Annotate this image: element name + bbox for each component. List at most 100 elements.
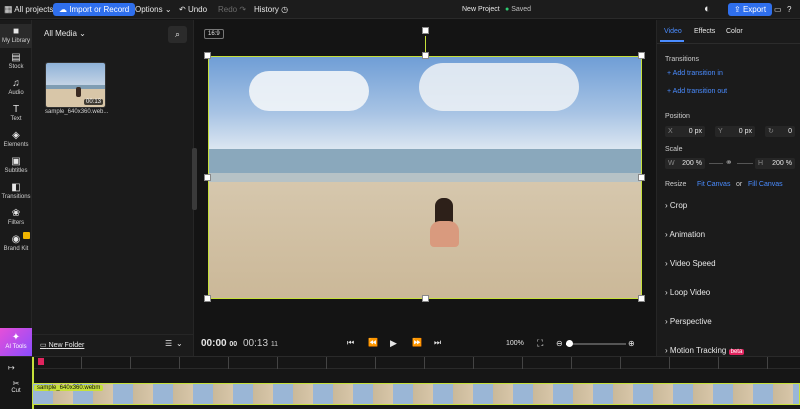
skip-start-icon[interactable]: ⏮ [347, 338, 354, 348]
scale-title: Scale [665, 146, 683, 153]
resize-handle[interactable] [204, 174, 211, 181]
canvas-area: 16:9 00:00 00 00:13 11 ⏮ ⏪ ▶ ⏩ ⏭ 100% ⛶ … [192, 20, 656, 356]
half-moon-icon: ◐ [704, 3, 711, 15]
subtitles-icon: ▣ [11, 156, 21, 167]
media-duration: 00:13 [83, 99, 103, 105]
resize-handle[interactable] [638, 52, 645, 59]
rotation-field[interactable]: ↻ 0 [765, 126, 795, 137]
resize-handle[interactable] [422, 295, 429, 302]
resize-handle[interactable] [638, 174, 645, 181]
chevron-down-icon[interactable]: ⌄ [176, 339, 183, 348]
section-animation[interactable]: › Animation [665, 230, 705, 239]
resize-handle[interactable] [204, 52, 211, 59]
clock-icon: ◷ [281, 5, 289, 14]
new-folder-button[interactable]: ▭ New Folder [40, 341, 84, 349]
rotate-stem [425, 36, 426, 52]
library-footer: ▭ New Folder ☰ ⌄ [32, 334, 194, 356]
fast-forward-icon[interactable]: ⏩ [412, 338, 422, 347]
history-button[interactable]: History ◷ [254, 0, 288, 19]
rail-item-stock[interactable]: ▤ Stock [0, 52, 32, 70]
rail-item-audio[interactable]: ♫ Audio [0, 78, 32, 96]
zoom-slider[interactable] [566, 340, 626, 347]
rail-item-my-library[interactable]: ■ My Library [0, 24, 32, 48]
fit-canvas-link[interactable]: Fit Canvas [697, 181, 730, 188]
transitions-title: Transitions [665, 56, 699, 63]
position-title: Position [665, 113, 690, 120]
section-perspective[interactable]: › Perspective [665, 317, 712, 326]
export-button[interactable]: ⇪ Export [728, 3, 773, 16]
resize-handle[interactable] [638, 295, 645, 302]
media-thumbnail[interactable]: 00:13 [45, 62, 106, 108]
crown-badge-icon [23, 232, 30, 239]
video-preview[interactable] [208, 56, 642, 299]
search-icon: ⌕ [174, 29, 181, 39]
position-y-field[interactable]: Y 0 px [715, 126, 755, 137]
resize-handle[interactable] [422, 52, 429, 59]
grid-icon: ▦ [4, 4, 13, 14]
link-icon[interactable]: ⚭ [725, 157, 733, 168]
side-toolbar-handle[interactable] [192, 148, 197, 210]
undo-icon: ↶ [179, 5, 186, 14]
import-button[interactable]: ☁ Import or Record [53, 3, 136, 16]
redo-icon: ↷ [239, 5, 247, 14]
rail-item-transitions[interactable]: ◧ Transitions [0, 182, 32, 200]
add-transition-out-link[interactable]: + Add transition out [667, 88, 727, 95]
rewind-icon[interactable]: ⏪ [368, 338, 378, 347]
section-crop[interactable]: › Crop [665, 201, 687, 210]
fill-canvas-link[interactable]: Fill Canvas [748, 181, 783, 188]
zoom-level[interactable]: 100% [506, 340, 524, 347]
add-transition-in-link[interactable]: + Add transition in [667, 70, 723, 77]
chat-icon[interactable]: ▭ [774, 0, 782, 19]
rail-item-subtitles[interactable]: ▣ Subtitles [0, 156, 32, 174]
video-clip-track[interactable]: sample_640x360.webm [32, 383, 800, 405]
position-x-field[interactable]: X 0 px [665, 126, 705, 137]
active-tab-indicator [660, 40, 684, 42]
stock-icon: ▤ [11, 52, 21, 63]
resize-handle[interactable] [204, 295, 211, 302]
media-filter-dropdown[interactable]: All Media ⌄ [44, 29, 86, 38]
playhead-marker [38, 358, 44, 365]
chevron-right-icon: › [665, 317, 668, 326]
library-panel: All Media ⌄ ⌕ 00:13 sample_640x360.web..… [32, 20, 194, 356]
options-menu[interactable]: Options ⌄ [135, 0, 172, 19]
undo-button[interactable]: ↶ Undo [179, 0, 207, 19]
project-name[interactable]: New Project [462, 0, 500, 19]
scale-height-field[interactable]: H 200 % [755, 158, 795, 169]
sort-icon[interactable]: ☰ [165, 339, 172, 348]
scale-width-field[interactable]: W 200 % [665, 158, 705, 169]
rotate-handle[interactable] [422, 27, 429, 34]
tab-video[interactable]: Video [664, 28, 682, 35]
media-name: sample_640x360.web... [45, 109, 109, 115]
collapse-timeline-icon[interactable]: ↦ [8, 363, 15, 372]
rail-item-text[interactable]: T Text [0, 104, 32, 122]
zoom-slider-thumb[interactable] [566, 340, 573, 347]
cut-button[interactable]: ✂ Cut [6, 379, 26, 394]
folder-plus-icon: ▭ [40, 342, 47, 349]
zoom-in-icon[interactable]: ⊕ [628, 339, 635, 348]
fullscreen-icon[interactable]: ⛶ [537, 338, 543, 349]
all-projects-link[interactable]: ▦ All projects [4, 0, 53, 19]
zoom-out-icon[interactable]: ⊖ [556, 339, 563, 348]
help-icon[interactable]: ? [787, 0, 791, 19]
rail-item-filters[interactable]: ❀ Filters [0, 208, 32, 226]
play-icon[interactable]: ▶ [390, 338, 397, 349]
redo-button[interactable]: Redo ↷ [218, 0, 246, 19]
chevron-right-icon: › [665, 259, 668, 268]
rail-item-elements[interactable]: ◈ Elements [0, 130, 32, 148]
ai-tools-button[interactable]: ✦ AI Tools [0, 328, 32, 356]
aspect-ratio-button[interactable]: 16:9 [204, 29, 224, 39]
section-motion-tracking[interactable]: › Motion Tracking beta [665, 346, 745, 355]
time-ruler[interactable] [32, 357, 800, 369]
skip-end-icon[interactable]: ⏭ [434, 338, 441, 348]
rail-item-brand-kit[interactable]: ◉ Brand Kit [0, 232, 32, 252]
theme-toggle[interactable]: ◐ [704, 0, 711, 19]
folder-icon: ■ [12, 26, 20, 37]
section-video-speed[interactable]: › Video Speed [665, 259, 716, 268]
search-button[interactable]: ⌕ [168, 26, 187, 43]
tab-color[interactable]: Color [726, 28, 743, 35]
section-loop-video[interactable]: › Loop Video [665, 288, 710, 297]
properties-panel: Video Effects Color Transitions + Add tr… [656, 20, 800, 356]
tab-effects[interactable]: Effects [694, 28, 715, 35]
save-status: ● Saved [505, 6, 532, 13]
resize-label: Resize [665, 181, 687, 188]
